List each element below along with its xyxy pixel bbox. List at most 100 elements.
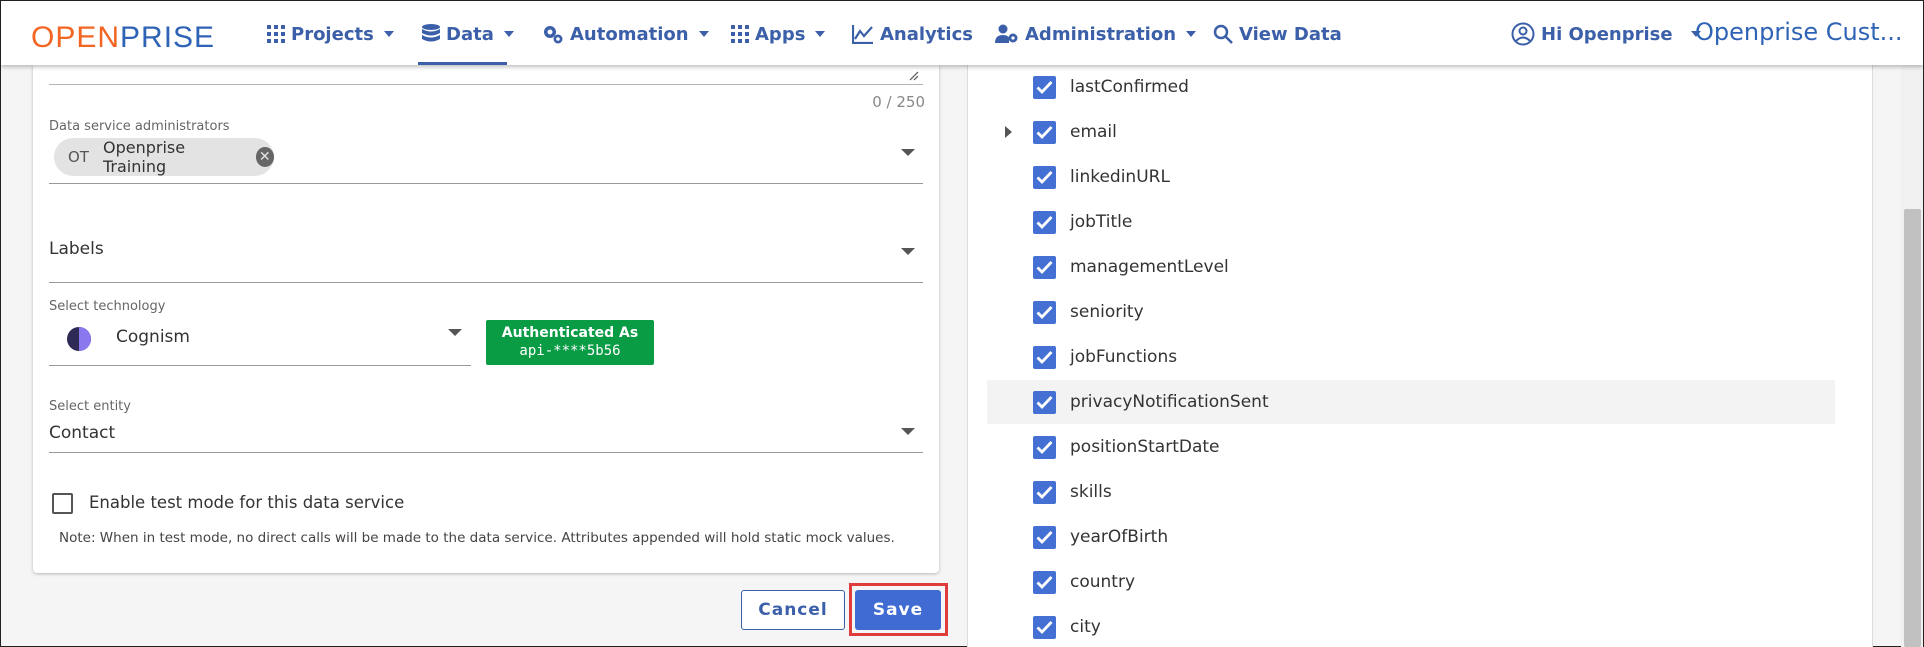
entity-field-label: Select entity bbox=[49, 399, 131, 414]
test-mode-checkbox[interactable] bbox=[52, 493, 73, 514]
attribute-row[interactable]: linkedinURL bbox=[987, 155, 1835, 199]
technology-dropdown-caret-icon[interactable] bbox=[448, 329, 462, 336]
admin-chip-initials: OT bbox=[68, 148, 89, 166]
nav-administration-label: Administration bbox=[1025, 23, 1177, 45]
attribute-label: city bbox=[1070, 617, 1101, 637]
labels-field-underline bbox=[49, 282, 923, 283]
attribute-checkbox[interactable] bbox=[1033, 120, 1056, 144]
checkmark-icon bbox=[1036, 395, 1053, 409]
admins-dropdown-caret-icon[interactable] bbox=[901, 149, 915, 156]
entity-select[interactable]: Contact bbox=[49, 423, 115, 443]
checkmark-icon bbox=[1036, 125, 1053, 139]
attribute-label: seniority bbox=[1070, 302, 1144, 322]
attribute-row[interactable]: seniority bbox=[987, 290, 1835, 334]
attribute-label: country bbox=[1070, 572, 1136, 592]
technology-field-underline bbox=[49, 365, 471, 366]
attributes-panel: lastConfirmed email linkedinURL jobTitle man… bbox=[967, 65, 1873, 647]
attribute-checkbox[interactable] bbox=[1033, 390, 1056, 414]
attribute-checkbox[interactable] bbox=[1033, 165, 1056, 189]
nav-view-data-label: View Data bbox=[1239, 23, 1342, 45]
nav-data-label: Data bbox=[446, 23, 494, 45]
attribute-row[interactable]: email bbox=[987, 110, 1835, 154]
attribute-row[interactable]: city bbox=[987, 605, 1835, 647]
panel-divider bbox=[967, 65, 968, 647]
save-button[interactable]: Save bbox=[855, 590, 941, 630]
grid-icon bbox=[731, 25, 749, 43]
attribute-row[interactable]: managementLevel bbox=[987, 245, 1835, 289]
attribute-label: privacyNotificationSent bbox=[1070, 392, 1269, 412]
checkmark-icon bbox=[1036, 485, 1053, 499]
nav-apps[interactable]: Apps bbox=[731, 21, 826, 47]
attribute-checkbox[interactable] bbox=[1033, 435, 1056, 459]
checkmark-icon bbox=[1036, 215, 1053, 229]
attribute-row[interactable]: positionStartDate bbox=[987, 425, 1835, 469]
labels-select[interactable]: Labels bbox=[49, 239, 104, 259]
line-chart-icon bbox=[852, 25, 873, 44]
attribute-checkbox[interactable] bbox=[1033, 75, 1056, 99]
checkmark-icon bbox=[1036, 575, 1053, 589]
attribute-label: yearOfBirth bbox=[1070, 527, 1169, 547]
checkmark-icon bbox=[1036, 260, 1053, 274]
admins-field-label: Data service administrators bbox=[49, 119, 230, 134]
authenticated-badge: Authenticated As api-****5b56 bbox=[486, 320, 654, 365]
checkmark-icon bbox=[1036, 170, 1053, 184]
nav-view-data[interactable]: View Data bbox=[1213, 21, 1342, 47]
admin-chip[interactable]: OT Openprise Training ✕ bbox=[54, 138, 274, 176]
attribute-label: jobFunctions bbox=[1070, 347, 1178, 367]
attribute-checkbox[interactable] bbox=[1033, 255, 1056, 279]
attribute-label: skills bbox=[1070, 482, 1112, 502]
scrollbar-thumb[interactable] bbox=[1904, 209, 1921, 647]
attribute-checkbox[interactable] bbox=[1033, 345, 1056, 369]
test-mode-label: Enable test mode for this data service bbox=[89, 493, 405, 512]
attribute-checkbox[interactable] bbox=[1033, 615, 1056, 639]
admins-field-underline bbox=[49, 183, 923, 184]
technology-select[interactable]: Cognism bbox=[116, 327, 190, 347]
chevron-down-icon bbox=[1186, 31, 1197, 37]
nav-automation[interactable]: Automation bbox=[542, 21, 709, 47]
labels-dropdown-caret-icon[interactable] bbox=[901, 248, 915, 255]
nav-administration[interactable]: Administration bbox=[995, 21, 1197, 47]
remove-chip-icon[interactable]: ✕ bbox=[255, 147, 274, 167]
attribute-row[interactable]: privacyNotificationSent bbox=[987, 380, 1835, 424]
attribute-label: managementLevel bbox=[1070, 257, 1229, 277]
attribute-row[interactable]: yearOfBirth bbox=[987, 515, 1835, 559]
checkmark-icon bbox=[1036, 530, 1053, 544]
attribute-label: linkedinURL bbox=[1070, 167, 1170, 187]
chevron-down-icon bbox=[383, 31, 394, 37]
attribute-checkbox[interactable] bbox=[1033, 525, 1056, 549]
openprise-logo[interactable]: OPENPRISE bbox=[31, 21, 215, 55]
attribute-label: jobTitle bbox=[1070, 212, 1133, 232]
chevron-down-icon bbox=[815, 31, 826, 37]
entity-dropdown-caret-icon[interactable] bbox=[901, 428, 915, 435]
user-menu[interactable]: Hi Openprise bbox=[1511, 21, 1701, 47]
nav-active-indicator bbox=[418, 62, 507, 65]
attribute-checkbox[interactable] bbox=[1033, 210, 1056, 234]
gears-icon bbox=[544, 26, 563, 44]
account-title[interactable]: Openprise Cust... bbox=[1695, 18, 1903, 46]
entity-field-underline bbox=[49, 452, 923, 453]
checkmark-icon bbox=[1036, 305, 1053, 319]
grid-icon bbox=[267, 25, 285, 43]
attribute-row[interactable]: jobFunctions bbox=[987, 335, 1835, 379]
logo-text-open: OPEN bbox=[31, 21, 121, 54]
auth-badge-title: Authenticated As bbox=[501, 325, 639, 341]
expand-arrow-icon[interactable] bbox=[1005, 126, 1012, 138]
description-field-underline bbox=[49, 84, 923, 85]
checkmark-icon bbox=[1036, 440, 1053, 454]
attribute-checkbox[interactable] bbox=[1033, 570, 1056, 594]
attribute-row[interactable]: skills bbox=[987, 470, 1835, 514]
attribute-row[interactable]: lastConfirmed bbox=[987, 65, 1835, 109]
nav-analytics[interactable]: Analytics bbox=[852, 21, 973, 47]
attribute-row[interactable]: country bbox=[987, 560, 1835, 604]
attribute-checkbox[interactable] bbox=[1033, 480, 1056, 504]
chevron-down-icon bbox=[503, 31, 514, 37]
nav-data[interactable]: Data bbox=[422, 21, 514, 47]
cancel-button[interactable]: Cancel bbox=[741, 590, 845, 630]
nav-projects[interactable]: Projects bbox=[267, 21, 394, 47]
checkmark-icon bbox=[1036, 80, 1053, 94]
attribute-checkbox[interactable] bbox=[1033, 300, 1056, 324]
resize-handle-icon[interactable] bbox=[909, 71, 919, 81]
attribute-label: lastConfirmed bbox=[1070, 77, 1189, 97]
attribute-label: email bbox=[1070, 122, 1117, 142]
attribute-row[interactable]: jobTitle bbox=[987, 200, 1835, 244]
